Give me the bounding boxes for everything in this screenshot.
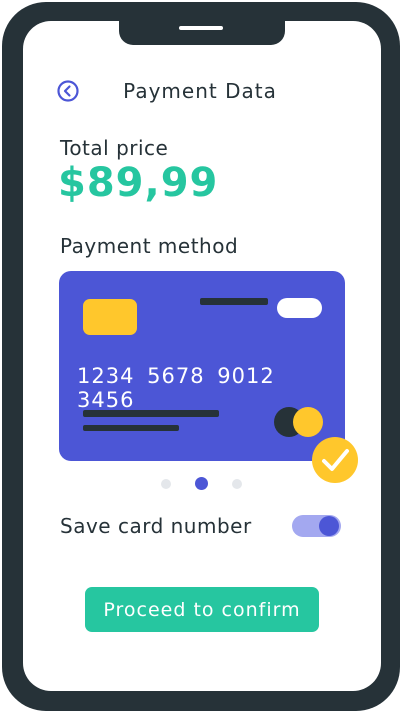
proceed-to-confirm-button[interactable]: Proceed to confirm <box>85 587 319 632</box>
page-title: Payment Data <box>123 79 277 103</box>
card-brand-logo-circle <box>293 407 323 437</box>
credit-card[interactable]: 1234 5678 9012 3456 <box>59 271 345 461</box>
card-number: 1234 5678 9012 3456 <box>77 364 275 412</box>
total-price-label: Total price <box>60 136 169 160</box>
carousel-dot-1[interactable] <box>161 479 171 489</box>
save-card-label: Save card number <box>60 514 252 538</box>
card-decor-bar <box>200 298 268 305</box>
carousel-dot-2-active[interactable] <box>195 477 208 490</box>
phone-notch <box>119 21 285 45</box>
total-price-value: $89,99 <box>58 160 219 206</box>
phone-speaker <box>179 26 223 30</box>
chevron-left-icon <box>57 80 79 102</box>
card-holder-line <box>83 410 219 417</box>
card-selected-check-icon <box>312 437 358 483</box>
save-card-toggle[interactable] <box>292 515 341 537</box>
carousel-dot-3[interactable] <box>232 479 242 489</box>
toggle-knob <box>319 516 339 536</box>
payment-method-label: Payment method <box>60 234 239 258</box>
card-chip-icon <box>83 299 137 335</box>
card-expiry-line <box>83 425 179 431</box>
back-button[interactable] <box>57 80 79 102</box>
card-decor-pill <box>277 298 322 318</box>
